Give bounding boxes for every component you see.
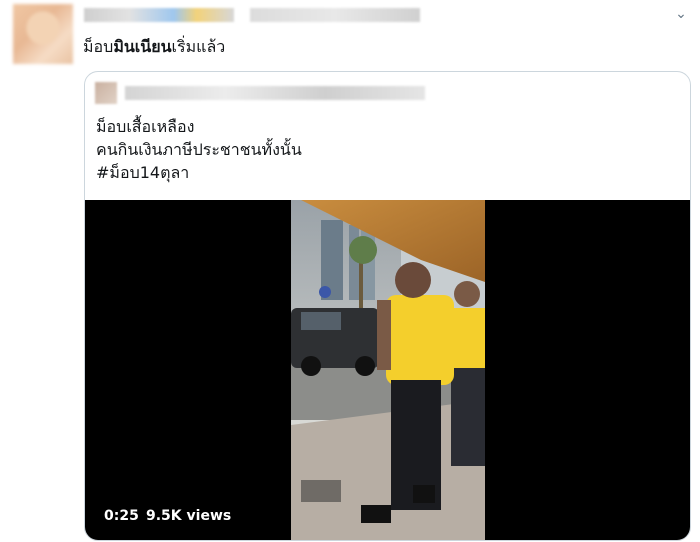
author-handle-blurred: [250, 8, 420, 22]
quoted-avatar: [95, 82, 117, 104]
quoted-hashtag[interactable]: #ม็อบ14ตุลา: [96, 162, 189, 184]
video-scene: [291, 200, 485, 540]
quoted-line-2: คนกินเงินภาษีประชาชนทั้งนั้น: [96, 140, 302, 159]
tweet-text-prefix: ม็อบ: [83, 37, 114, 56]
tweet-text-suffix: เริ่มแล้ว: [171, 37, 226, 56]
quoted-tweet[interactable]: ม็อบเสื้อเหลือง คนกินเงินภาษีประชาชนทั้ง…: [84, 71, 691, 541]
author-name-blurred[interactable]: [84, 8, 234, 22]
avatar[interactable]: [13, 4, 73, 64]
video-frame: [291, 200, 485, 540]
tweet-text: ม็อบมินเนียนเริ่มแล้ว: [83, 36, 225, 58]
chevron-down-icon[interactable]: ⌄: [670, 6, 692, 22]
quoted-line-1: ม็อบเสื้อเหลือง: [96, 117, 195, 136]
quoted-author-blurred: [125, 86, 425, 100]
video-duration: 0:25: [104, 508, 139, 524]
video-player[interactable]: 0:25 9.5K views: [85, 200, 690, 540]
tweet-text-bold: มินเนียน: [113, 37, 172, 56]
video-views: 9.5K views: [146, 508, 232, 524]
